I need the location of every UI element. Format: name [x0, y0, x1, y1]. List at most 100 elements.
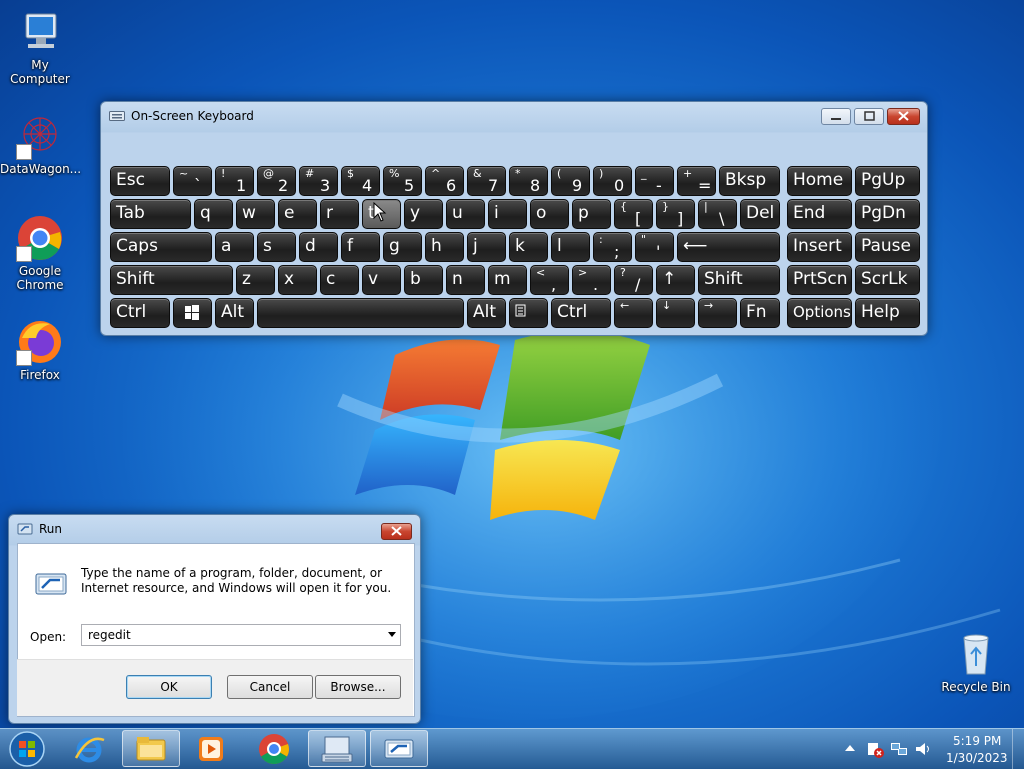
- key-equals[interactable]: + =: [677, 166, 716, 196]
- key-h[interactable]: h: [425, 232, 464, 262]
- key-pgdn[interactable]: PgDn: [855, 199, 920, 229]
- key-shift-right[interactable]: Shift: [698, 265, 780, 295]
- taskbar-internet-explorer[interactable]: [60, 730, 118, 767]
- key-2[interactable]: @2: [257, 166, 296, 196]
- key-n[interactable]: n: [446, 265, 485, 295]
- key-1[interactable]: ! 1: [215, 166, 254, 196]
- key-end[interactable]: End: [787, 199, 852, 229]
- key-x[interactable]: x: [278, 265, 317, 295]
- key-y[interactable]: y: [404, 199, 443, 229]
- key-v[interactable]: v: [362, 265, 401, 295]
- key-esc[interactable]: Esc: [110, 166, 170, 196]
- desktop-icon-datawagon[interactable]: DataWagon...: [0, 112, 81, 176]
- key-caps[interactable]: Caps: [110, 232, 212, 262]
- desktop-icon-firefox[interactable]: Firefox: [0, 318, 80, 382]
- key-5[interactable]: % 5: [383, 166, 422, 196]
- desktop-icon-recycle-bin[interactable]: Recycle Bin: [936, 630, 1016, 694]
- key-comma[interactable]: <,: [530, 265, 569, 295]
- desktop-icon-my-computer[interactable]: My Computer: [0, 8, 80, 86]
- key-6[interactable]: ^ 6: [425, 166, 464, 196]
- key-close-bracket[interactable]: }]: [656, 199, 695, 229]
- start-button[interactable]: [0, 730, 54, 767]
- key-r[interactable]: r: [320, 199, 359, 229]
- key-m[interactable]: m: [488, 265, 527, 295]
- key-space[interactable]: [257, 298, 464, 328]
- key-j[interactable]: j: [467, 232, 506, 262]
- key-options[interactable]: Options: [787, 298, 852, 328]
- key-backslash[interactable]: | \: [698, 199, 737, 229]
- key-u[interactable]: u: [446, 199, 485, 229]
- key-q[interactable]: q: [194, 199, 233, 229]
- taskbar-media-player[interactable]: [182, 730, 240, 767]
- key-3[interactable]: #3: [299, 166, 338, 196]
- key-scrlk[interactable]: ScrLk: [855, 265, 920, 295]
- show-hidden-icons-icon[interactable]: [845, 744, 855, 752]
- key-p[interactable]: p: [572, 199, 611, 229]
- key-f[interactable]: f: [341, 232, 380, 262]
- key-help[interactable]: Help: [855, 298, 920, 328]
- close-button[interactable]: [887, 108, 920, 125]
- key-9[interactable]: (9: [551, 166, 590, 196]
- key-semicolon[interactable]: :;: [593, 232, 632, 262]
- key-l[interactable]: l: [551, 232, 590, 262]
- key-period[interactable]: >.: [572, 265, 611, 295]
- key-s[interactable]: s: [257, 232, 296, 262]
- show-desktop-button[interactable]: [1012, 729, 1024, 769]
- taskbar-run[interactable]: [370, 730, 428, 767]
- key-tab[interactable]: Tab: [110, 199, 191, 229]
- cancel-button[interactable]: Cancel: [227, 675, 313, 699]
- key-arrow-down[interactable]: ↓: [656, 298, 695, 328]
- key-pause[interactable]: Pause: [855, 232, 920, 262]
- run-close-button[interactable]: [381, 523, 412, 540]
- dropdown-arrow-icon[interactable]: [388, 632, 396, 638]
- key-insert[interactable]: Insert: [787, 232, 852, 262]
- key-slash[interactable]: ? /: [614, 265, 653, 295]
- key-i[interactable]: i: [488, 199, 527, 229]
- key-del[interactable]: Del: [740, 199, 780, 229]
- network-icon[interactable]: [890, 740, 908, 758]
- key-k[interactable]: k: [509, 232, 548, 262]
- key-4[interactable]: $4: [341, 166, 380, 196]
- key-c[interactable]: c: [320, 265, 359, 295]
- key-o[interactable]: o: [530, 199, 569, 229]
- taskbar-on-screen-keyboard[interactable]: [308, 730, 366, 767]
- key-b[interactable]: b: [404, 265, 443, 295]
- key-g[interactable]: g: [383, 232, 422, 262]
- key-shift-left[interactable]: Shift: [110, 265, 233, 295]
- volume-icon[interactable]: [914, 740, 932, 758]
- key-open-bracket[interactable]: {[: [614, 199, 653, 229]
- browse-button[interactable]: Browse...: [315, 675, 401, 699]
- key-alt-right[interactable]: Alt: [467, 298, 506, 328]
- minimize-button[interactable]: [821, 108, 851, 125]
- key-ctrl-right[interactable]: Ctrl: [551, 298, 611, 328]
- open-input[interactable]: regedit: [88, 628, 131, 642]
- key-enter[interactable]: ⟵: [677, 232, 780, 262]
- key-menu[interactable]: [509, 298, 548, 328]
- run-dialog[interactable]: Run Type the name of a program, folder, …: [8, 514, 421, 724]
- key-backspace[interactable]: Bksp: [719, 166, 780, 196]
- key-arrow-right[interactable]: →: [698, 298, 737, 328]
- key-arrow-left[interactable]: ←: [614, 298, 653, 328]
- key-quote[interactable]: " ': [635, 232, 674, 262]
- maximize-button[interactable]: [854, 108, 884, 125]
- clock-time[interactable]: 5:19 PM: [953, 734, 1001, 748]
- key-w[interactable]: w: [236, 199, 275, 229]
- taskbar-chrome[interactable]: [245, 730, 303, 767]
- taskbar-file-explorer[interactable]: [122, 730, 180, 767]
- key-z[interactable]: z: [236, 265, 275, 295]
- key-backtick[interactable]: ~ `: [173, 166, 212, 196]
- key-a[interactable]: a: [215, 232, 254, 262]
- key-arrow-up[interactable]: ↑: [656, 265, 695, 295]
- key-fn[interactable]: Fn: [740, 298, 780, 328]
- osk-window[interactable]: On-Screen Keyboard Esc ~ ` ! 1 @2 #3 $4 % 5…: [100, 101, 928, 336]
- key-8[interactable]: * 8: [509, 166, 548, 196]
- key-prtscn[interactable]: PrtScn: [787, 265, 852, 295]
- key-7[interactable]: & 7: [467, 166, 506, 196]
- key-minus[interactable]: _ -: [635, 166, 674, 196]
- key-windows[interactable]: [173, 298, 212, 328]
- key-0[interactable]: ) 0: [593, 166, 632, 196]
- open-combobox[interactable]: regedit: [81, 624, 401, 646]
- clock-date[interactable]: 1/30/2023: [946, 751, 1008, 765]
- key-ctrl-left[interactable]: Ctrl: [110, 298, 170, 328]
- key-e[interactable]: e: [278, 199, 317, 229]
